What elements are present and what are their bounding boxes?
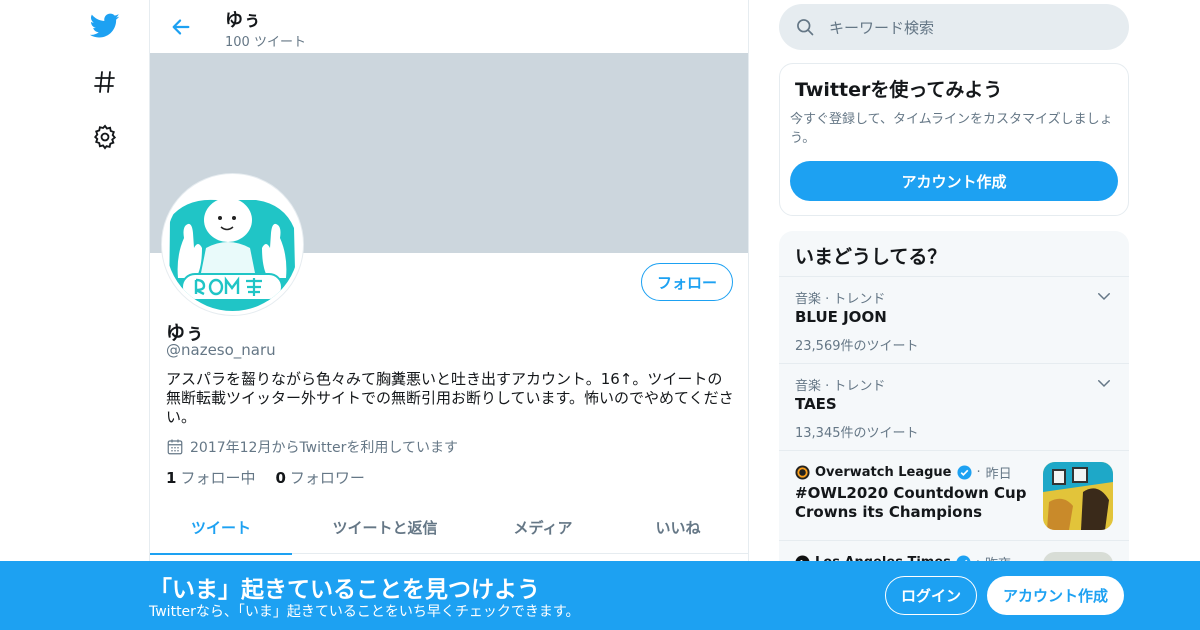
trend-name: TAES xyxy=(795,395,837,413)
header-tweet-count: 100 ツイート xyxy=(225,35,306,50)
trend-item[interactable]: 音楽 · トレンド BLUE JOON 23,569件のツイート xyxy=(779,276,1129,363)
profile-stats: 1 フォロー中 0 フォロワー xyxy=(166,467,365,488)
trend-tweet-count: 13,345件のツイート xyxy=(795,426,919,441)
search-icon xyxy=(797,19,814,36)
trend-meta: 音楽 · トレンド xyxy=(795,379,886,394)
profile-bio: アスパラを齧りながら色々みて胸糞悪いと吐き出すアカウント。16↑。ツイートの無断… xyxy=(166,370,734,426)
profile-header-bar: ゆぅ 100 ツイート xyxy=(150,0,748,53)
bottom-bar-subtitle: Twitterなら、「いま」起きていることをいち早くチェックできます。 xyxy=(149,604,580,620)
trend-item[interactable]: 音楽 · トレンド TAES 13,345件のツイート xyxy=(779,363,1129,450)
search-input[interactable]: キーワード検索 xyxy=(779,4,1129,50)
overwatch-logo-icon xyxy=(795,465,810,480)
tab-tweets-and-replies[interactable]: ツイートと返信 xyxy=(292,500,478,554)
signup-card-title: Twitterを使ってみよう xyxy=(795,79,1003,101)
profile-joined-date: 2017年12月からTwitterを利用しています xyxy=(166,437,458,457)
followers-link[interactable]: 0 フォロワー xyxy=(275,467,364,488)
left-nav xyxy=(0,0,150,630)
bottom-bar-title: 「いま」起きていることを見つけよう xyxy=(149,577,540,603)
bottom-signup-button[interactable]: アカウント作成 xyxy=(987,576,1124,615)
follow-button[interactable]: フォロー xyxy=(641,263,733,301)
gear-icon[interactable] xyxy=(88,120,122,154)
signup-card-description: 今すぐ登録して、タイムラインをカスタマイズしましょう。 xyxy=(790,112,1113,146)
followers-count: 0 xyxy=(275,469,286,487)
trend-tweet-count: 23,569件のツイート xyxy=(795,339,919,354)
login-button[interactable]: ログイン xyxy=(885,576,977,615)
profile-column: ゆぅ 100 ツイート フォロー ゆぅ @nazeso_naru アスパラを齧り… xyxy=(149,0,749,630)
trend-meta: 音楽 · トレンド xyxy=(795,292,886,307)
signup-bottom-bar: 「いま」起きていることを見つけよう Twitterなら、「いま」起きていることを… xyxy=(0,561,1200,630)
following-count: 1 xyxy=(166,469,177,487)
tab-likes[interactable]: いいね xyxy=(608,500,748,554)
trends-title: いまどうしてる？ xyxy=(795,246,947,268)
signup-card: Twitterを使ってみよう 今すぐ登録して、タイムラインをカスタマイズしましょ… xyxy=(779,63,1129,216)
news-time: 昨日 xyxy=(985,467,1012,482)
news-source: Overwatch League xyxy=(815,465,952,480)
tab-media[interactable]: メディア xyxy=(478,500,608,554)
back-button[interactable] xyxy=(166,12,196,42)
news-title: #OWL2020 Countdown Cup Crowns its Champi… xyxy=(795,484,1027,521)
header-display-name: ゆぅ xyxy=(225,10,261,31)
verified-badge-icon xyxy=(956,465,972,480)
following-link[interactable]: 1 フォロー中 xyxy=(166,467,255,488)
profile-handle: @nazeso_naru xyxy=(166,341,276,359)
followers-label: フォロワー xyxy=(289,469,365,487)
trend-name: BLUE JOON xyxy=(795,308,887,326)
joined-text: 2017年12月からTwitterを利用しています xyxy=(190,440,458,456)
chevron-down-icon[interactable] xyxy=(1095,374,1113,392)
news-item[interactable]: Overwatch League · 昨日 #OWL2020 Countdown… xyxy=(779,450,1129,540)
hashtag-icon[interactable] xyxy=(88,65,122,99)
arrow-left-icon xyxy=(172,19,190,35)
chevron-down-icon[interactable] xyxy=(1095,287,1113,305)
news-thumbnail[interactable] xyxy=(1043,462,1113,530)
create-account-button[interactable]: アカウント作成 xyxy=(790,161,1118,201)
profile-tabs: ツイート ツイートと返信 メディア いいね xyxy=(150,500,748,555)
tab-tweets[interactable]: ツイート xyxy=(150,500,292,555)
calendar-icon xyxy=(167,439,183,455)
avatar[interactable] xyxy=(162,174,303,315)
news-header: Overwatch League · 昨日 xyxy=(795,463,1012,482)
following-label: フォロー中 xyxy=(180,469,256,487)
twitter-bird-icon[interactable] xyxy=(88,9,122,43)
search-placeholder: キーワード検索 xyxy=(829,18,935,37)
